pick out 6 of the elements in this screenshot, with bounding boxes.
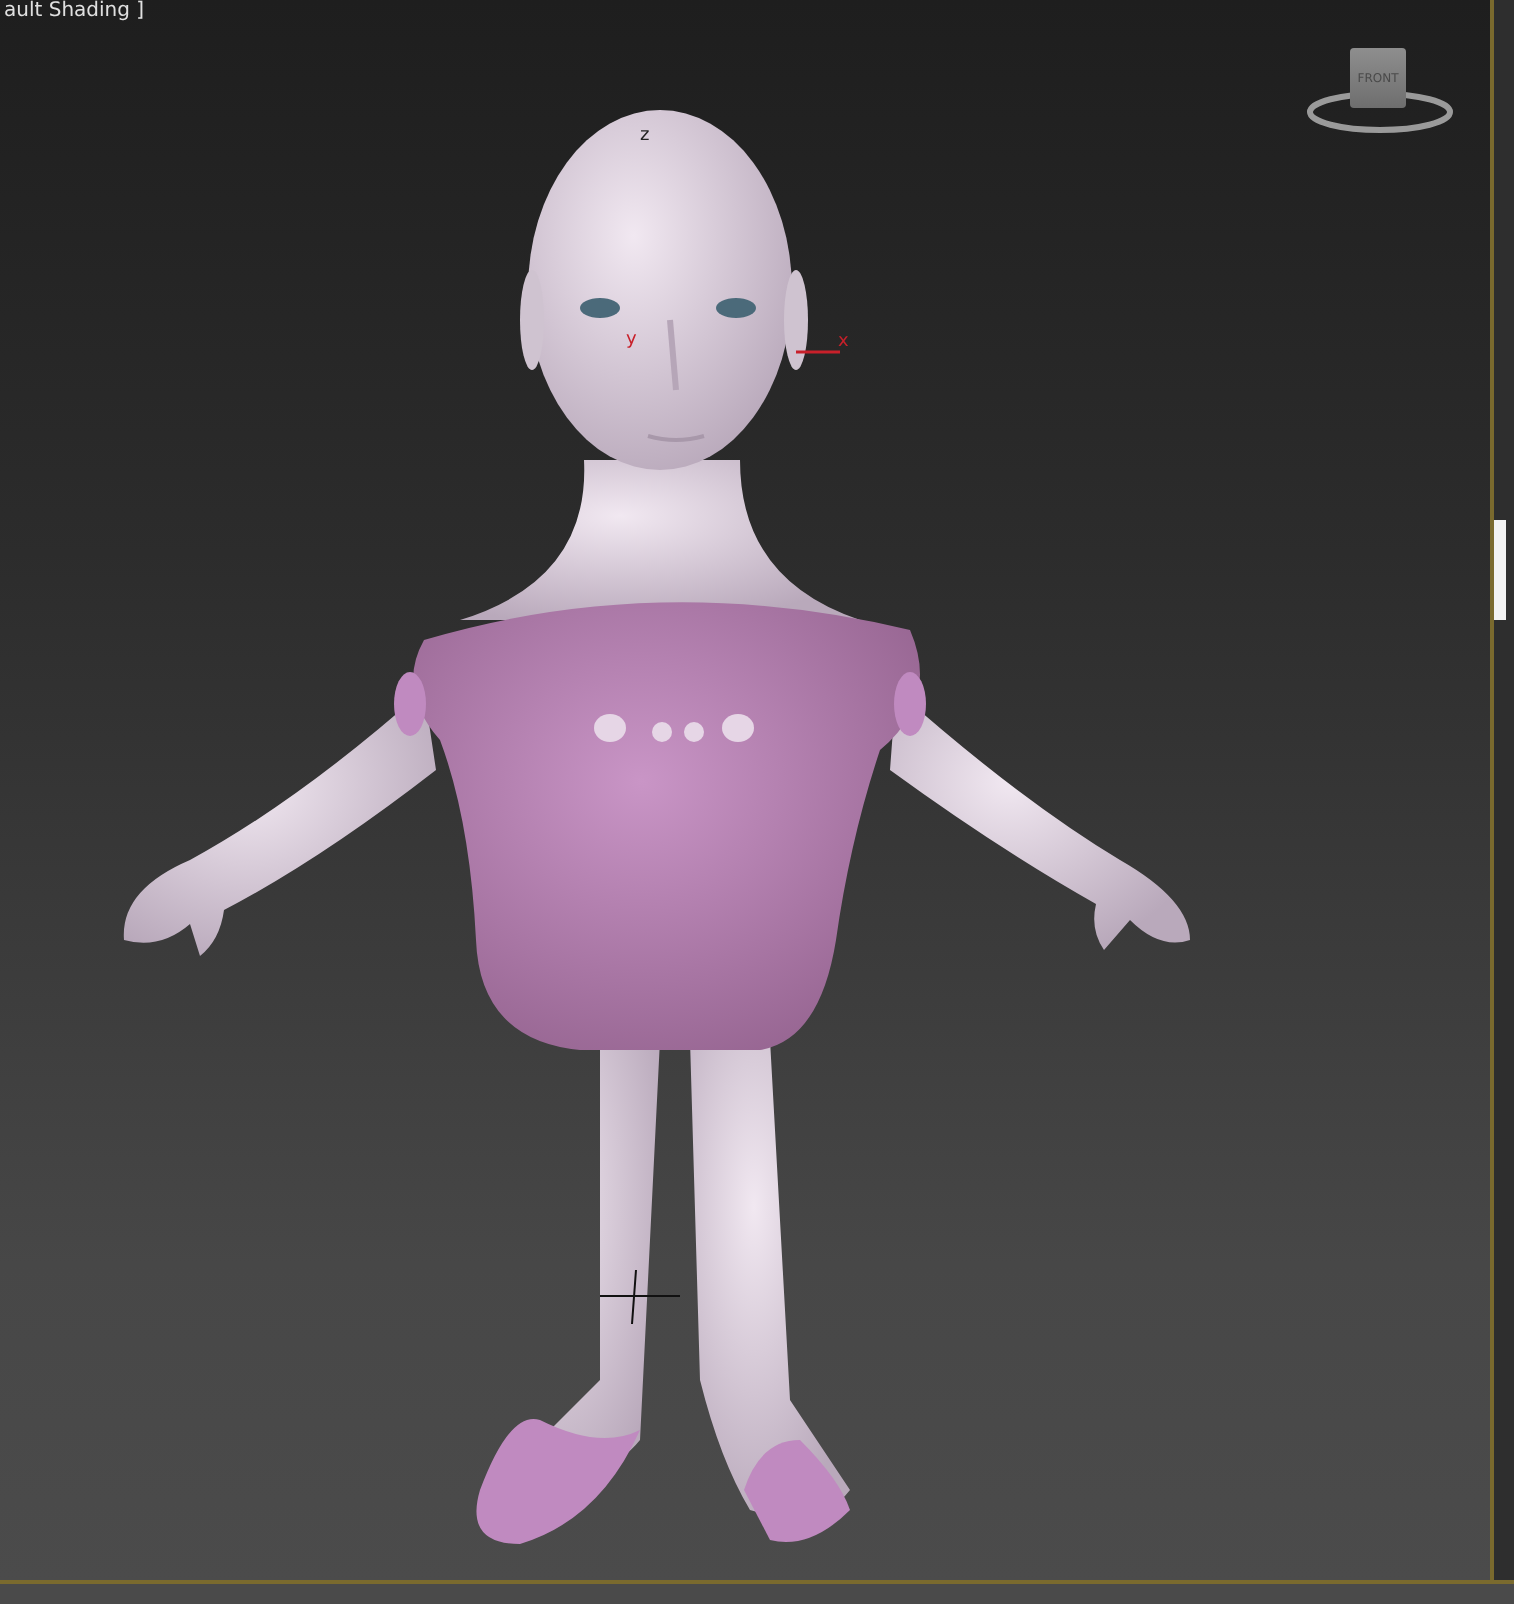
axis-label: z (640, 128, 650, 146)
axis-label: x (838, 334, 849, 352)
pivot-line (796, 350, 840, 354)
crosshair-icon (599, 1269, 681, 1325)
viewport-shading-label[interactable]: ault Shading ] (4, 0, 145, 22)
axis-label: y (626, 332, 637, 350)
